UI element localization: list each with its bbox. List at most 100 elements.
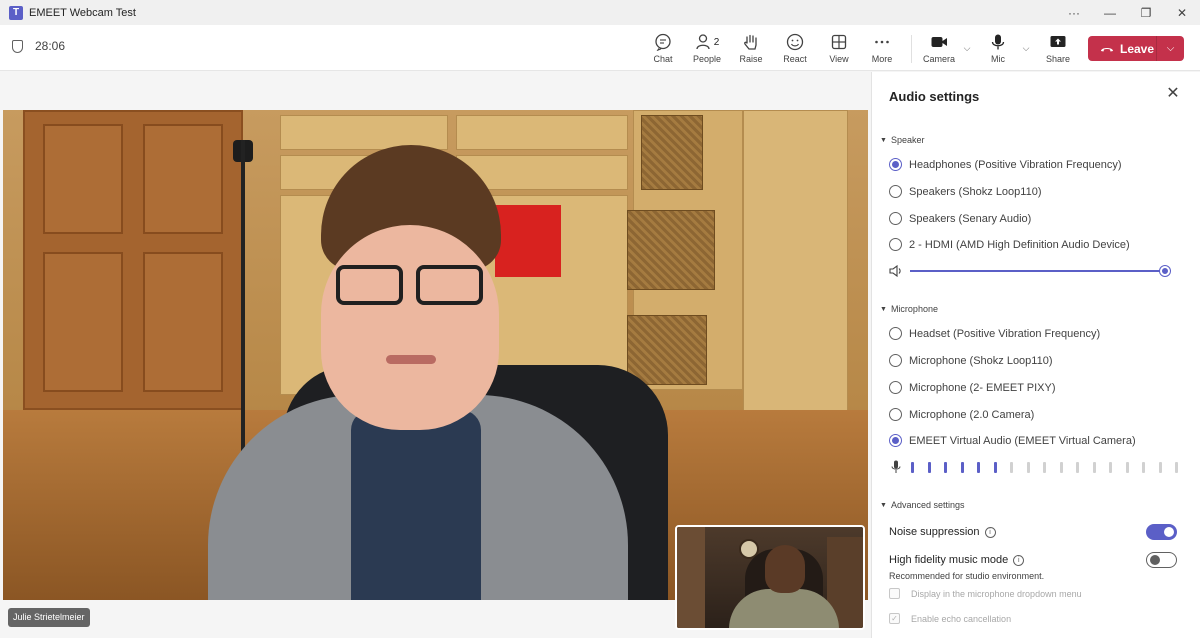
video-person-face-shape	[321, 225, 499, 430]
checkbox[interactable]	[889, 588, 900, 599]
mic-label: Mic	[991, 54, 1005, 64]
more-options-button[interactable]: ···	[1056, 0, 1092, 25]
view-button[interactable]: View	[817, 32, 861, 64]
speaker-section-header[interactable]: ▼ Speaker	[880, 135, 924, 145]
share-button[interactable]: Share	[1036, 32, 1080, 64]
chat-button[interactable]: Chat	[641, 32, 685, 64]
more-label: More	[871, 54, 893, 64]
radio-button[interactable]	[889, 434, 902, 447]
caret-down-icon: ▼	[880, 136, 887, 144]
video-drawer-shape	[280, 115, 448, 150]
volume-thumb[interactable]	[1160, 266, 1170, 276]
leave-dropdown-chevron-icon[interactable]: ⌵	[1157, 43, 1184, 54]
video-basket-shape	[627, 210, 715, 290]
meter-segment	[927, 462, 931, 473]
video-camera-icon	[917, 32, 961, 52]
volume-track[interactable]	[910, 270, 1165, 272]
leave-main[interactable]: Leave	[1088, 42, 1156, 56]
meter-segment	[1076, 462, 1079, 473]
microphone-option[interactable]: Microphone (Shokz Loop110)	[889, 354, 1053, 367]
meter-segment	[1125, 462, 1129, 473]
video-drawer-shape	[456, 115, 628, 150]
people-button[interactable]: 2 People	[685, 32, 729, 64]
minimize-button[interactable]: —	[1092, 0, 1128, 25]
leave-button[interactable]: Leave ⌵	[1088, 36, 1184, 61]
more-dots-icon	[860, 32, 904, 52]
camera-button[interactable]: Camera	[917, 32, 961, 64]
radio-button[interactable]	[889, 327, 902, 340]
meter-segment	[1092, 462, 1096, 473]
window-title: EMEET Webcam Test	[29, 6, 136, 19]
camera-options-chevron-icon[interactable]: ⌵	[961, 43, 973, 54]
close-window-button[interactable]: ✕	[1164, 0, 1200, 25]
speaker-option[interactable]: Headphones (Positive Vibration Frequency…	[889, 158, 1122, 171]
mic-options-chevron-icon[interactable]: ⌵	[1020, 43, 1032, 54]
meter-segment	[993, 462, 997, 473]
react-button[interactable]: React	[773, 32, 817, 64]
audio-settings-panel: Audio settings ✕ ▼ Speaker Headphones (P…	[871, 72, 1200, 638]
meeting-toolbar: 28:06 Chat 2 People Raise React View Mor…	[0, 25, 1200, 71]
toolbar-divider	[911, 35, 912, 63]
more-button[interactable]: More	[860, 32, 904, 64]
hang-up-icon	[1101, 47, 1113, 51]
info-icon[interactable]: i	[984, 526, 996, 538]
radio-button[interactable]	[889, 381, 902, 394]
display-in-dropdown-option[interactable]: Display in the microphone dropdown menu	[889, 588, 1082, 599]
microphone-section-header[interactable]: ▼ Microphone	[880, 304, 938, 314]
radio-button[interactable]	[889, 212, 902, 225]
microphone-icon	[976, 32, 1020, 52]
meter-segment	[1010, 462, 1013, 473]
hifi-music-row: High fidelity music mode i	[889, 552, 1177, 568]
mic-button[interactable]: Mic	[976, 32, 1020, 64]
view-label: View	[829, 54, 849, 64]
people-count: 2	[713, 36, 720, 48]
close-panel-icon[interactable]: ✕	[1165, 86, 1181, 102]
share-label: Share	[1045, 54, 1071, 64]
info-icon[interactable]: i	[1013, 554, 1025, 566]
people-label: People	[692, 54, 722, 64]
participant-name-tag: Julie Strietelmeier	[8, 608, 90, 627]
video-person-shirt-shape	[351, 410, 481, 600]
hand-icon	[729, 32, 773, 52]
video-basket-shape	[641, 115, 703, 190]
meter-segment	[977, 462, 980, 473]
radio-button[interactable]	[889, 158, 902, 171]
self-view-video[interactable]	[675, 525, 865, 630]
microphone-option[interactable]: Headset (Positive Vibration Frequency)	[889, 327, 1100, 340]
radio-button[interactable]	[889, 238, 902, 251]
video-red-box-shape	[495, 205, 561, 277]
window-controls: ··· — ❐ ✕	[1056, 0, 1200, 25]
meter-segment	[911, 462, 914, 473]
noise-suppression-toggle[interactable]	[1146, 524, 1177, 540]
radio-button[interactable]	[889, 185, 902, 198]
advanced-settings-header[interactable]: ▼ Advanced settings	[880, 500, 964, 510]
raise-hand-button[interactable]: Raise	[729, 32, 773, 64]
react-label: React	[783, 54, 807, 64]
shield-icon	[12, 39, 23, 53]
noise-suppression-label: Noise suppression	[889, 526, 980, 538]
hifi-music-label: High fidelity music mode	[889, 554, 1009, 566]
meter-segment	[1026, 462, 1030, 473]
microphone-option[interactable]: Microphone (2.0 Camera)	[889, 408, 1034, 421]
teams-app-icon: T	[9, 5, 23, 20]
hifi-music-toggle[interactable]	[1146, 552, 1177, 568]
speaker-option[interactable]: Speakers (Senary Audio)	[889, 212, 1031, 225]
microphone-option[interactable]: EMEET Virtual Audio (EMEET Virtual Camer…	[889, 434, 1136, 447]
restore-button[interactable]: ❐	[1128, 0, 1164, 25]
speaker-volume-slider[interactable]	[889, 264, 1189, 278]
video-basket-shape	[627, 315, 707, 385]
speaker-option[interactable]: 2 - HDMI (AMD High Definition Audio Devi…	[889, 238, 1130, 251]
timer-text: 28:06	[35, 39, 66, 53]
microphone-option[interactable]: Microphone (2- EMEET PIXY)	[889, 381, 1056, 394]
radio-button[interactable]	[889, 354, 902, 367]
smiley-icon	[773, 32, 817, 52]
chat-icon	[641, 32, 685, 52]
echo-cancellation-option[interactable]: ✓ Enable echo cancellation	[889, 613, 1011, 624]
meeting-timer: 28:06	[12, 39, 65, 53]
speaker-option[interactable]: Speakers (Shokz Loop110)	[889, 185, 1042, 198]
checkbox-checked[interactable]: ✓	[889, 613, 900, 624]
video-tripod-shape	[241, 140, 245, 460]
noise-suppression-row: Noise suppression i	[889, 524, 1177, 540]
radio-button[interactable]	[889, 408, 902, 421]
meter-segment	[1142, 462, 1145, 473]
